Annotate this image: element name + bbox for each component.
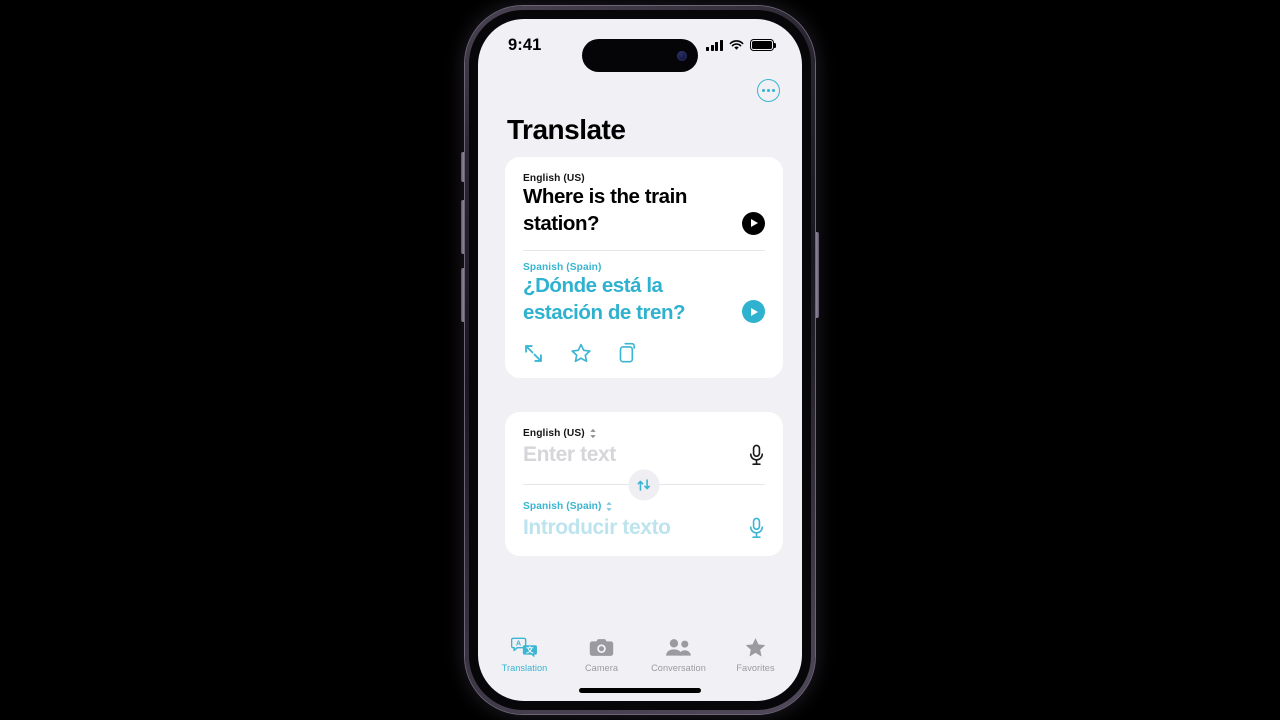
input-target-row[interactable]: Introducir texto (523, 516, 765, 540)
play-target-audio-button[interactable] (742, 300, 765, 324)
translate-bubbles-icon: A 文 (511, 636, 538, 659)
header-actions (757, 79, 780, 102)
svg-text:A: A (516, 638, 522, 647)
translation-result-card: English (US) Where is the train station?… (505, 157, 783, 379)
target-phrase-row: ¿Dónde está la estación de tren? (523, 273, 765, 327)
iphone-device-frame: 9:41 Translate English (US) Where is the… (465, 6, 815, 714)
expand-icon[interactable] (523, 343, 544, 364)
source-phrase-text: Where is the train station? (523, 185, 687, 235)
play-source-audio-button[interactable] (742, 211, 765, 235)
bottom-tab-bar: A 文 Translation Camera Conversation Favo… (478, 636, 802, 673)
front-camera-icon (677, 50, 687, 61)
chevron-up-down-icon (589, 428, 597, 439)
tab-conversation[interactable]: Conversation (645, 636, 713, 673)
tab-favorites[interactable]: Favorites (722, 636, 790, 673)
tab-label-camera: Camera (585, 663, 618, 673)
source-language-label: English (US) (523, 173, 585, 184)
cellular-bars-icon (706, 39, 723, 51)
two-people-icon (665, 636, 692, 659)
status-bar-clock: 9:41 (508, 35, 542, 54)
ellipsis-circle-icon[interactable] (757, 79, 780, 102)
input-target-language-selector[interactable]: Spanish (Spain) (523, 501, 765, 512)
tab-label-favorites: Favorites (736, 663, 775, 673)
input-card-divider (523, 469, 765, 500)
svg-text:文: 文 (526, 644, 534, 654)
translation-input-card: English (US) Enter text Spanish (Spain) … (505, 412, 783, 556)
result-card-actions (523, 342, 765, 364)
star-icon[interactable] (570, 343, 592, 364)
tab-label-conversation: Conversation (651, 663, 706, 673)
phone-screen: 9:41 Translate English (US) Where is the… (478, 19, 802, 701)
tab-translation[interactable]: A 文 Translation (491, 636, 559, 673)
status-bar-icons (706, 39, 777, 51)
play-icon (751, 307, 758, 316)
microphone-icon-source[interactable] (748, 444, 765, 466)
tab-camera[interactable]: Camera (568, 636, 636, 673)
chevron-up-down-icon (605, 501, 613, 512)
device-bezel: 9:41 Translate English (US) Where is the… (469, 10, 811, 710)
swap-arrows-icon (637, 477, 652, 492)
target-text-input[interactable]: Introducir texto (523, 516, 671, 540)
wifi-icon (729, 39, 744, 51)
play-icon (751, 219, 758, 228)
star-filled-icon (744, 636, 767, 659)
tab-label-translation: Translation (501, 663, 548, 673)
input-source-row[interactable]: Enter text (523, 443, 765, 467)
home-indicator[interactable] (579, 688, 701, 693)
swap-languages-button[interactable] (628, 469, 660, 500)
battery-full-icon (750, 39, 777, 51)
microphone-icon-target[interactable] (748, 517, 765, 539)
camera-icon (589, 636, 614, 659)
source-text-input[interactable]: Enter text (523, 443, 616, 467)
input-source-language-label: English (US) (523, 428, 585, 439)
input-source-language-selector[interactable]: English (US) (523, 428, 765, 439)
card-divider (523, 249, 765, 251)
source-phrase-row: Where is the train station? (523, 184, 765, 238)
copy-icon[interactable] (618, 342, 639, 364)
screenshot-stage: 9:41 Translate English (US) Where is the… (0, 0, 1280, 720)
input-target-language-label: Spanish (Spain) (523, 501, 602, 512)
target-language-label: Spanish (Spain) (523, 261, 602, 273)
target-phrase-text: ¿Dónde está la estación de tren? (523, 273, 686, 324)
page-title: Translate (507, 114, 626, 145)
dynamic-island (582, 39, 698, 72)
